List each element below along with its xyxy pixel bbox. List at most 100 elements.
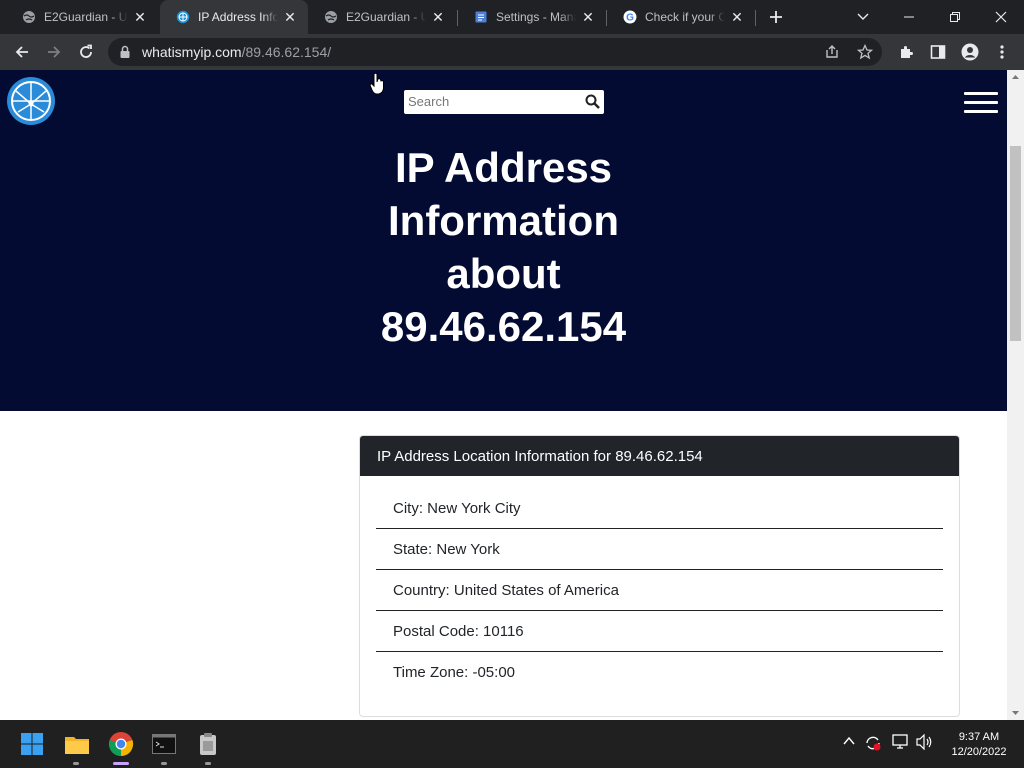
hero-banner: Search IP Address Information about 89.4… xyxy=(0,70,1007,411)
minimize-button[interactable] xyxy=(886,0,932,34)
arrow-right-icon xyxy=(48,46,61,58)
hero-title-line-1: IP Address xyxy=(394,144,613,191)
volume-icon[interactable] xyxy=(916,733,934,755)
svg-text:G: G xyxy=(626,13,634,24)
kebab-menu-icon xyxy=(1000,45,1004,59)
restore-icon xyxy=(950,12,960,22)
puzzle-icon xyxy=(901,46,913,58)
browser-toolbar: whatismyip.com/89.46.62.154/ xyxy=(0,34,1024,70)
chrome-taskbar-button[interactable] xyxy=(107,730,135,758)
close-icon xyxy=(995,11,1007,23)
tab-title: Check if your Ch xyxy=(645,10,725,24)
tab-search-button[interactable] xyxy=(840,0,886,34)
arrow-left-icon xyxy=(15,46,28,58)
hero-title-line-2: Information xyxy=(388,197,619,244)
info-row-city: City: New York City xyxy=(376,488,943,529)
info-row-country: Country: United States of America xyxy=(376,570,943,611)
chevron-up-icon[interactable] xyxy=(842,734,856,753)
running-indicator xyxy=(73,762,79,765)
scroll-up-icon[interactable] xyxy=(1007,72,1024,82)
location-info-card: IP Address Location Information for 89.4… xyxy=(359,435,960,717)
start-button[interactable] xyxy=(18,730,46,758)
extensions-button[interactable] xyxy=(892,38,920,66)
share-icon[interactable] xyxy=(824,44,840,65)
lock-icon xyxy=(119,45,131,64)
plus-icon xyxy=(770,11,782,23)
scrollbar-thumb[interactable] xyxy=(1010,146,1021,341)
page-viewport: Search IP Address Information about 89.4… xyxy=(0,70,1007,720)
close-tab-icon[interactable]: ✕ xyxy=(430,9,446,25)
info-row-state: State: New York xyxy=(376,529,943,570)
tab-ip-address-info[interactable]: IP Address Infor ✕ xyxy=(160,0,308,34)
url-path: /89.46.62.154/ xyxy=(241,44,332,60)
terminal-button[interactable] xyxy=(150,730,178,758)
search-placeholder: Search xyxy=(408,94,450,109)
folder-icon xyxy=(65,737,89,754)
running-indicator xyxy=(161,762,167,765)
profile-button[interactable] xyxy=(956,38,984,66)
page-scrollbar[interactable] xyxy=(1007,70,1024,720)
new-tab-button[interactable] xyxy=(754,0,798,34)
site-search-input[interactable]: Search xyxy=(404,90,604,114)
url-host: whatismyip.com xyxy=(142,44,242,60)
hero-title-line-3: about xyxy=(446,250,561,297)
settings-doc-icon xyxy=(474,10,488,24)
info-row-postal-code: Postal Code: 10116 xyxy=(376,611,943,652)
tab-strip: E2Guardian - Un ✕ IP Address Infor ✕ E2G… xyxy=(0,0,1024,34)
reload-button[interactable] xyxy=(72,38,100,66)
tab-title: E2Guardian - Un xyxy=(44,10,128,24)
tab-e2guardian-2[interactable]: E2Guardian - Un ✕ xyxy=(308,0,456,34)
globe-icon xyxy=(22,10,36,24)
app-button[interactable] xyxy=(194,730,222,758)
active-indicator xyxy=(113,762,129,765)
forward-button[interactable] xyxy=(40,38,68,66)
site-logo[interactable] xyxy=(6,76,56,131)
windows-taskbar: 9:37 AM 12/20/2022 xyxy=(0,720,1024,768)
close-window-button[interactable] xyxy=(978,0,1024,34)
tab-title: Settings - Mana xyxy=(496,10,576,24)
profile-icon xyxy=(961,43,979,61)
tab-settings[interactable]: Settings - Mana ✕ xyxy=(458,0,606,34)
minimize-icon xyxy=(904,16,914,18)
sync-icon[interactable] xyxy=(864,734,882,757)
running-indicator xyxy=(205,762,211,765)
close-tab-icon[interactable]: ✕ xyxy=(282,9,298,25)
network-icon[interactable] xyxy=(892,734,910,755)
back-button[interactable] xyxy=(8,38,36,66)
chrome-icon xyxy=(108,732,134,757)
info-row-time-zone: Time Zone: -05:00 xyxy=(393,663,515,681)
hero-title-line-4: 89.46.62.154 xyxy=(380,303,627,350)
system-clock[interactable]: 9:37 AM 12/20/2022 xyxy=(944,730,1014,760)
file-explorer-button[interactable] xyxy=(63,730,91,758)
side-panel-button[interactable] xyxy=(924,38,952,66)
mouse-pointer-icon xyxy=(369,72,385,101)
close-tab-icon[interactable]: ✕ xyxy=(132,9,148,25)
location-info-list: City: New York City State: New York Coun… xyxy=(360,476,959,692)
clock-time: 9:37 AM xyxy=(958,731,1000,743)
search-icon[interactable] xyxy=(585,94,600,114)
close-tab-icon[interactable]: ✕ xyxy=(729,9,745,25)
menu-button[interactable] xyxy=(988,38,1016,66)
site-globe-icon xyxy=(176,10,190,24)
google-icon: G xyxy=(623,10,637,24)
clipboard-icon xyxy=(200,733,216,755)
tab-title: E2Guardian - Un xyxy=(346,10,426,24)
globe-icon xyxy=(324,10,338,24)
close-tab-icon[interactable]: ✕ xyxy=(580,9,596,25)
tab-e2guardian-1[interactable]: E2Guardian - Un ✕ xyxy=(6,0,158,34)
address-bar[interactable]: whatismyip.com/89.46.62.154/ xyxy=(108,38,882,66)
reload-icon xyxy=(80,44,92,58)
windows-logo-icon xyxy=(21,733,43,755)
tab-check-google[interactable]: G Check if your Ch ✕ xyxy=(607,0,755,34)
url-text[interactable]: whatismyip.com/89.46.62.154/ xyxy=(142,44,331,60)
side-panel-icon xyxy=(930,45,946,59)
scroll-down-icon[interactable] xyxy=(1007,708,1024,718)
restore-button[interactable] xyxy=(932,0,978,34)
chevron-down-icon xyxy=(857,13,869,20)
tab-title: IP Address Infor xyxy=(198,10,278,24)
clock-date: 12/20/2022 xyxy=(951,746,1007,758)
hamburger-menu-icon[interactable] xyxy=(964,92,998,119)
terminal-icon xyxy=(152,734,176,754)
card-header: IP Address Location Information for 89.4… xyxy=(360,436,959,476)
bookmark-star-icon[interactable] xyxy=(856,43,874,65)
